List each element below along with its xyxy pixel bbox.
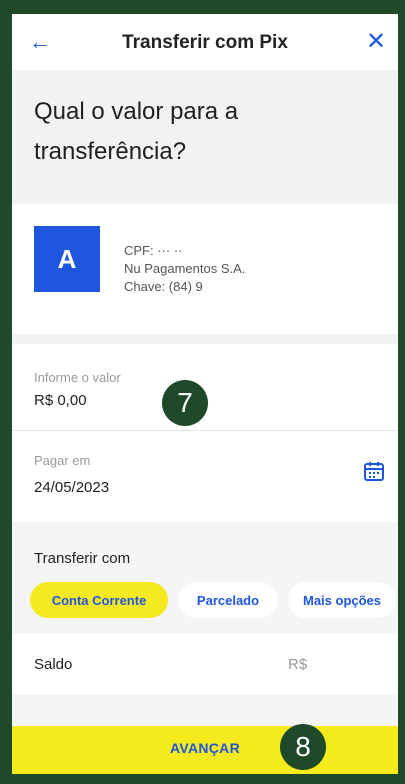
chip-conta-corrente[interactable]: Conta Corrente (30, 582, 168, 618)
amount-label: Informe o valor (34, 370, 121, 385)
transfer-source-title: Transferir com (34, 550, 131, 567)
step-marker-7: 7 (162, 380, 208, 426)
amount-question-heading: Qual o valor para a transferência? (34, 98, 239, 165)
page-title: Transferir com Pix (122, 32, 288, 53)
chip-parcelado[interactable]: Parcelado (178, 582, 278, 618)
date-value[interactable]: 24/05/2023 (34, 479, 109, 496)
recipient-card: A CPF: ··· ·· Nu Pagamentos S.A. Chave: … (12, 204, 398, 334)
advance-button[interactable]: AVANÇAR 8 (12, 724, 398, 774)
step-marker-8: 8 (280, 724, 326, 770)
calendar-icon[interactable] (364, 461, 384, 481)
divider (12, 694, 398, 726)
date-label: Pagar em (34, 453, 91, 468)
balance-row: Saldo R$ (12, 634, 398, 694)
recipient-bank: Nu Pagamentos S.A. (124, 261, 246, 276)
close-icon[interactable]: ✕ (364, 30, 388, 54)
amount-field[interactable]: Informe o valor R$ 0,00 7 (12, 344, 398, 430)
redaction-mask (240, 300, 352, 326)
chip-mais-opcoes[interactable]: Mais opções (288, 582, 396, 618)
date-field[interactable]: Pagar em 24/05/2023 (12, 430, 398, 523)
balance-label: Saldo (34, 656, 73, 673)
recipient-info: CPF: ··· ·· Nu Pagamentos S.A. Chave: (8… (124, 242, 245, 296)
recipient-key: Chave: (84) 9 (124, 279, 203, 294)
balance-value: R$ (288, 656, 308, 673)
recipient-cpf: CPF: ··· ·· (124, 243, 183, 258)
transfer-source-section: Transferir com Conta Corrente Parcelado … (12, 522, 398, 634)
amount-value[interactable]: R$ 0,00 (34, 392, 87, 409)
avatar: A (34, 226, 100, 292)
advance-button-label: AVANÇAR (169, 740, 241, 756)
pix-transfer-screen: ← Transferir com Pix ✕ Qual o valor para… (12, 14, 398, 774)
top-bar: ← Transferir com Pix ✕ (12, 14, 398, 70)
